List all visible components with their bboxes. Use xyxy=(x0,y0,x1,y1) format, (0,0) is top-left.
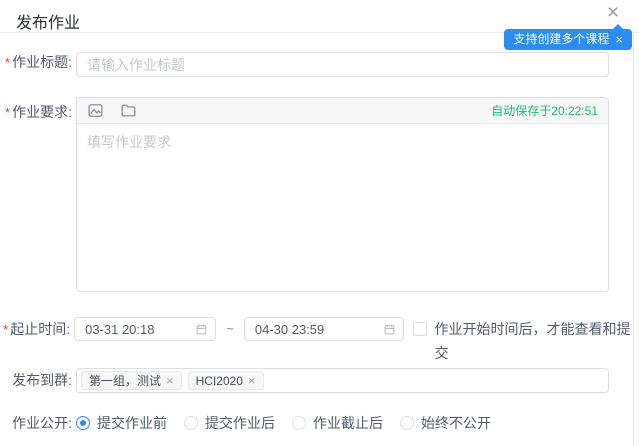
radio-after-deadline[interactable]: 作业截止后 xyxy=(292,416,383,430)
publish-groups-label: 发布到群: xyxy=(0,368,72,393)
image-icon xyxy=(87,102,104,119)
calendar-icon xyxy=(195,323,208,336)
radio-after-submit[interactable]: 提交作业后 xyxy=(184,416,275,430)
page-title: 发布作业 xyxy=(16,9,80,33)
visibility-label: 作业公开: xyxy=(0,413,72,433)
requirement-placeholder: 填写作业要求 xyxy=(87,134,171,150)
tooltip-close-icon[interactable]: × xyxy=(615,29,623,50)
radio-selected-icon xyxy=(76,416,90,430)
tag-remove-icon[interactable]: × xyxy=(166,374,174,387)
required-asterisk: * xyxy=(5,55,10,70)
radio-label: 作业截止后 xyxy=(313,416,383,430)
multi-course-tooltip: 支持创建多个课程 × xyxy=(504,29,632,50)
group-tag: HCI2020 × xyxy=(188,371,264,390)
tooltip-text: 支持创建多个课程 xyxy=(513,29,609,50)
autosave-status: 自动保存于20:22:51 xyxy=(491,102,598,119)
tag-remove-icon[interactable]: × xyxy=(248,374,256,387)
assignment-requirement-label: *作业要求: xyxy=(0,97,72,122)
insert-file-button[interactable] xyxy=(120,102,137,119)
group-tag: 第一组，测试 × xyxy=(81,371,182,390)
radio-unselected-icon xyxy=(184,416,198,430)
view-after-start-checkbox[interactable] xyxy=(413,322,427,336)
radio-label: 提交作业后 xyxy=(205,416,275,430)
radio-label: 提交作业前 xyxy=(97,416,167,430)
requirement-editor: 自动保存于20:22:51 填写作业要求 xyxy=(76,97,609,292)
start-time-value: 03-31 20:18 xyxy=(85,322,154,337)
radio-never-public[interactable]: 始终不公开 xyxy=(400,416,491,430)
editor-toolbar: 自动保存于20:22:51 xyxy=(77,98,608,124)
close-icon[interactable]: × xyxy=(601,1,625,25)
radio-unselected-icon xyxy=(292,416,306,430)
insert-image-button[interactable] xyxy=(87,102,104,119)
group-tags-input[interactable]: 第一组，测试 × HCI2020 × xyxy=(76,368,609,393)
end-time-value: 04-30 23:59 xyxy=(255,322,324,337)
time-range-label: *起止时间: xyxy=(0,317,70,342)
folder-icon xyxy=(120,102,137,119)
visibility-radio-group: 提交作业前 提交作业后 作业截止后 始终不公开 xyxy=(76,416,508,430)
group-tag-text: HCI2020 xyxy=(196,374,243,388)
publish-assignment-drawer: 发布作业 × 支持创建多个课程 × *作业标题: *作业要求: xyxy=(0,0,639,446)
assignment-title-label: *作业标题: xyxy=(0,52,72,72)
required-asterisk: * xyxy=(3,322,8,337)
end-time-picker[interactable]: 04-30 23:59 xyxy=(244,317,404,341)
required-asterisk: * xyxy=(5,105,10,120)
radio-unselected-icon xyxy=(400,416,414,430)
radio-before-submit[interactable]: 提交作业前 xyxy=(76,416,167,430)
panel-right-divider xyxy=(633,33,634,446)
radio-label: 始终不公开 xyxy=(421,416,491,430)
group-tag-text: 第一组，测试 xyxy=(89,372,161,389)
requirement-editor-body[interactable]: 填写作业要求 xyxy=(77,124,608,291)
time-range-separator: ~ xyxy=(226,317,234,341)
start-time-picker[interactable]: 03-31 20:18 xyxy=(74,317,216,341)
assignment-title-input[interactable] xyxy=(76,52,609,77)
calendar-icon xyxy=(383,323,396,336)
view-after-start-checkbox-label[interactable]: 作业开始时间后，才能查看和提交 xyxy=(435,317,639,365)
